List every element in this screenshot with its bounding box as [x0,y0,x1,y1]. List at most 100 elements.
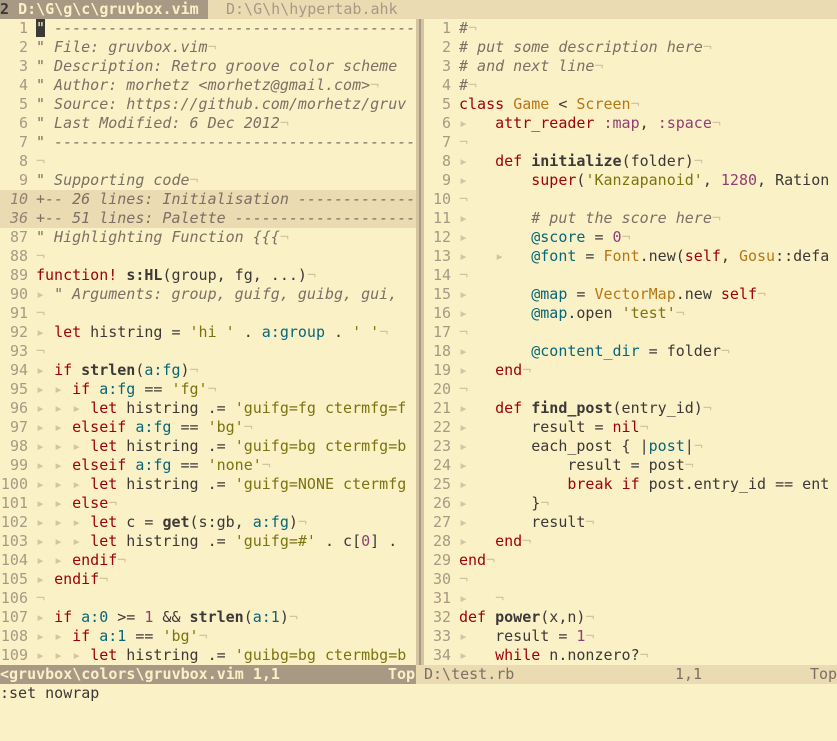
code-line[interactable]: 6 " Last Modified: 6 Dec 2012¬ [0,114,416,133]
line-number: 15 [432,285,451,303]
code-line[interactable]: 95 ▸ ▸ if a:fg == 'fg'¬ [0,380,416,399]
code-line[interactable]: 7 ¬ [424,133,837,152]
command-line[interactable]: :set nowrap [0,684,837,703]
code-line[interactable]: 90 ▸ " Arguments: group, guifg, guibg, gu… [0,285,416,304]
code-line[interactable]: 21 ▸ def find_post(entry_id)¬ [424,399,837,418]
line-number: 87 [9,228,28,246]
status-filename: D:\test.rb [424,665,515,683]
line-number: 2 [18,38,28,56]
code-line[interactable]: 98 ▸ ▸ ▸ let histring .= 'guifg=bg ctermf… [0,437,416,456]
code-line[interactable]: 101 ▸ ▸ else¬ [0,494,416,513]
line-number: 101 [0,494,28,512]
code-line[interactable]: 4 " Author: morhetz <morhetz@gmail.com>¬ [0,76,416,95]
right-editor-pane[interactable]: 1 #¬ 2 # put some description here¬ 3 # and n… [424,19,837,665]
code-line[interactable]: 20 ¬ [424,380,837,399]
code-line[interactable]: 33 ▸ result = 1¬ [424,627,837,646]
tab-hypertab-ahk[interactable]: D:\G\h\hypertab.ahk [226,0,398,19]
fold-line[interactable]: 36 +-- 51 lines: Palette ----------------… [0,209,416,228]
code-line[interactable]: 1 " -------------------------------------… [0,19,416,38]
line-number: 3 [18,57,28,75]
code-line[interactable]: 2 # put some description here¬ [424,38,837,57]
tab-label: D:\G\g\c\gruvbox.vim [18,0,199,18]
code-line[interactable]: 94 ▸ if strlen(a:fg)¬ [0,361,416,380]
line-text: ▸ end¬ [459,361,532,379]
line-text: ▸ @score = 0¬ [459,228,631,246]
code-line[interactable]: 22 ▸ result = nil¬ [424,418,837,437]
code-line[interactable]: 99 ▸ ▸ elseif a:fg == 'none'¬ [0,456,416,475]
line-text: " Last Modified: 6 Dec 2012¬ [36,114,289,132]
code-line[interactable]: 1 #¬ [424,19,837,38]
line-text: ▸ super('Kanzapanoid', 1280, Ration [459,171,830,189]
code-line[interactable]: 2 " File: gruvbox.vim¬ [0,38,416,57]
left-editor-pane[interactable]: 1 " -------------------------------------… [0,19,416,665]
code-line[interactable]: 6 ▸ attr_reader :map, :space¬ [424,114,837,133]
code-line[interactable]: 103 ▸ ▸ ▸ let histring .= 'guifg=#' . c[0… [0,532,416,551]
code-line[interactable]: 87 " Highlighting Function {{{¬ [0,228,416,247]
code-line[interactable]: 30 ¬ [424,570,837,589]
code-line[interactable]: 28 ▸ end¬ [424,532,837,551]
line-text: ▸ attr_reader :map, :space¬ [459,114,721,132]
code-line[interactable]: 12 ▸ @score = 0¬ [424,228,837,247]
code-line[interactable]: 109 ▸ ▸ ▸ let histring .= 'guibg=bg cterm… [0,646,416,665]
code-line[interactable]: 5 " Source: https://github.com/morhetz/gr… [0,95,416,114]
code-line[interactable]: 32 def power(x,n)¬ [424,608,837,627]
vertical-split-separator[interactable] [416,19,424,665]
line-number: 100 [0,475,28,493]
code-line[interactable]: 10 ¬ [424,190,837,209]
tab-gruvbox-vim[interactable]: 2 D:\G\g\c\gruvbox.vim [0,0,208,19]
code-line[interactable]: 105 ▸ endif¬ [0,570,416,589]
line-text: ▸ result = nil¬ [459,418,649,436]
code-line[interactable]: 3 # and next line¬ [424,57,837,76]
code-line[interactable]: 25 ▸ break if post.entry_id == ent [424,475,837,494]
code-line[interactable]: 34 ▸ while n.nonzero?¬ [424,646,837,665]
code-line[interactable]: 16 ▸ @map.open 'test'¬ [424,304,837,323]
code-line[interactable]: 8 ¬ [0,152,416,171]
code-line[interactable]: 92 ▸ let histring = 'hi ' . a:group . ' '… [0,323,416,342]
code-line[interactable]: 13 ▸ ▸ @font = Font.new(self, Gosu::defa [424,247,837,266]
line-number: 93 [9,342,28,360]
code-line[interactable]: 100 ▸ ▸ ▸ let histring .= 'guifg=NONE cte… [0,475,416,494]
code-line[interactable]: 31 ▸ ¬ [424,589,837,608]
code-line[interactable]: 107 ▸ if a:0 >= 1 && strlen(a:1)¬ [0,608,416,627]
code-line[interactable]: 17 ¬ [424,323,837,342]
line-text: ▸ result = post¬ [459,456,694,474]
line-number: 21 [432,399,451,417]
code-line[interactable]: 11 ▸ # put the score here¬ [424,209,837,228]
code-line[interactable]: 19 ▸ end¬ [424,361,837,380]
line-number: 19 [432,361,451,379]
code-line[interactable]: 91 ¬ [0,304,416,323]
line-text: ▸ ▸ if a:1 == 'bg'¬ [36,627,208,645]
code-line[interactable]: 15 ▸ @map = VectorMap.new self¬ [424,285,837,304]
line-text: ¬ [36,342,46,360]
code-line[interactable]: 27 ▸ result¬ [424,513,837,532]
code-line[interactable]: 5 class Game < Screen¬ [424,95,837,114]
code-line[interactable]: 93 ¬ [0,342,416,361]
code-line[interactable]: 23 ▸ each_post { |post|¬ [424,437,837,456]
code-line[interactable]: 104 ▸ ▸ endif¬ [0,551,416,570]
code-line[interactable]: 4 #¬ [424,76,837,95]
line-number: 20 [432,380,451,398]
code-line[interactable]: 29 end¬ [424,551,837,570]
code-line[interactable]: 26 ▸ }¬ [424,494,837,513]
line-number: 90 [9,285,28,303]
statusline-left: <gruvbox\colors\gruvbox.vim 1,1 Top [0,665,416,684]
code-line[interactable]: 106 ¬ [0,589,416,608]
code-line[interactable]: 24 ▸ result = post¬ [424,456,837,475]
line-number: 9 [441,171,451,189]
code-line[interactable]: 9 " Supporting code¬ [0,171,416,190]
line-text: ▸ " Arguments: group, guifg, guibg, gui, [36,285,398,303]
code-line[interactable]: 88 ¬ [0,247,416,266]
code-line[interactable]: 9 ▸ super('Kanzapanoid', 1280, Ration [424,171,837,190]
code-line[interactable]: 7 " -------------------------------------… [0,133,416,152]
code-line[interactable]: 97 ▸ ▸ elseif a:fg == 'bg'¬ [0,418,416,437]
code-line[interactable]: 14 ¬ [424,266,837,285]
code-line[interactable]: 108 ▸ ▸ if a:1 == 'bg'¬ [0,627,416,646]
code-line[interactable]: 89 function! s:HL(group, fg, ...)¬ [0,266,416,285]
code-line[interactable]: 18 ▸ @content_dir = folder¬ [424,342,837,361]
code-line[interactable]: 3 " Description: Retro groove color schem… [0,57,416,76]
fold-line[interactable]: 10 +-- 26 lines: Initialisation ---------… [0,190,416,209]
code-line[interactable]: 96 ▸ ▸ ▸ let histring .= 'guifg=fg ctermf… [0,399,416,418]
code-line[interactable]: 102 ▸ ▸ ▸ let c = get(s:gb, a:fg)¬ [0,513,416,532]
code-line[interactable]: 8 ▸ def initialize(folder)¬ [424,152,837,171]
line-text: " --------------------------------------… [36,19,416,37]
